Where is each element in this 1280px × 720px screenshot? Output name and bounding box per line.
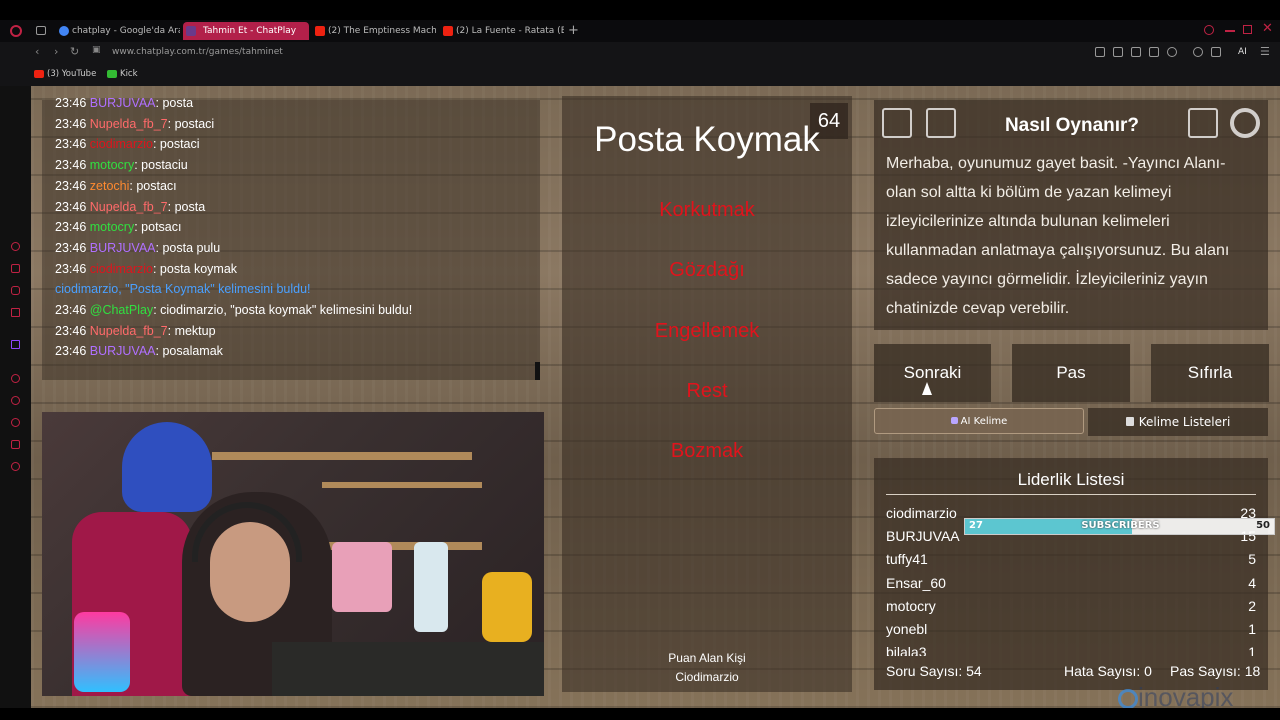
leaderboard-list: ciodimarzio 23 BURJUVAA 15 tuffy41 5 Ensar_60 4… (0, 0, 1280, 656)
player-name: BURJUVAA (886, 528, 960, 545)
player-score: 5 (1248, 551, 1256, 568)
player-name: Ensar_60 (886, 574, 946, 591)
player-name: ciodimarzio (886, 505, 957, 521)
pin-icon (1118, 689, 1138, 710)
leaderboard-row: motocry 2 (886, 598, 1256, 614)
player-name: tuffy41 (886, 551, 928, 568)
subscriber-goal-bar: 27 SUBSCRIBERS 50 (964, 518, 1275, 535)
player-score: 4 (1248, 574, 1256, 591)
subscriber-goal: 50 (1256, 520, 1270, 531)
leaderboard-row: Ensar_60 4 (886, 575, 1256, 591)
player-score: 1 (1248, 644, 1256, 656)
error-count: Hata Sayısı: 0 (1064, 663, 1152, 679)
leaderboard-row: yonebl 1 (886, 621, 1256, 637)
leaderboard-row: bilala3 1 (886, 644, 1256, 656)
pass-count: Pas Sayısı: 18 (1170, 663, 1261, 679)
player-score: 2 (1248, 597, 1256, 614)
question-count: Soru Sayısı: 54 (886, 663, 982, 679)
os-bottom-bar (0, 708, 1280, 720)
player-name: motocry (886, 597, 936, 614)
leaderboard-row: tuffy41 5 (886, 551, 1256, 567)
scorer-name: Ciodimarzio (675, 670, 739, 684)
subscriber-label: SUBSCRIBERS (1081, 520, 1160, 531)
player-name: yonebl (886, 621, 928, 637)
player-name: bilala3 (886, 644, 927, 656)
player-score: 1 (1248, 621, 1256, 637)
